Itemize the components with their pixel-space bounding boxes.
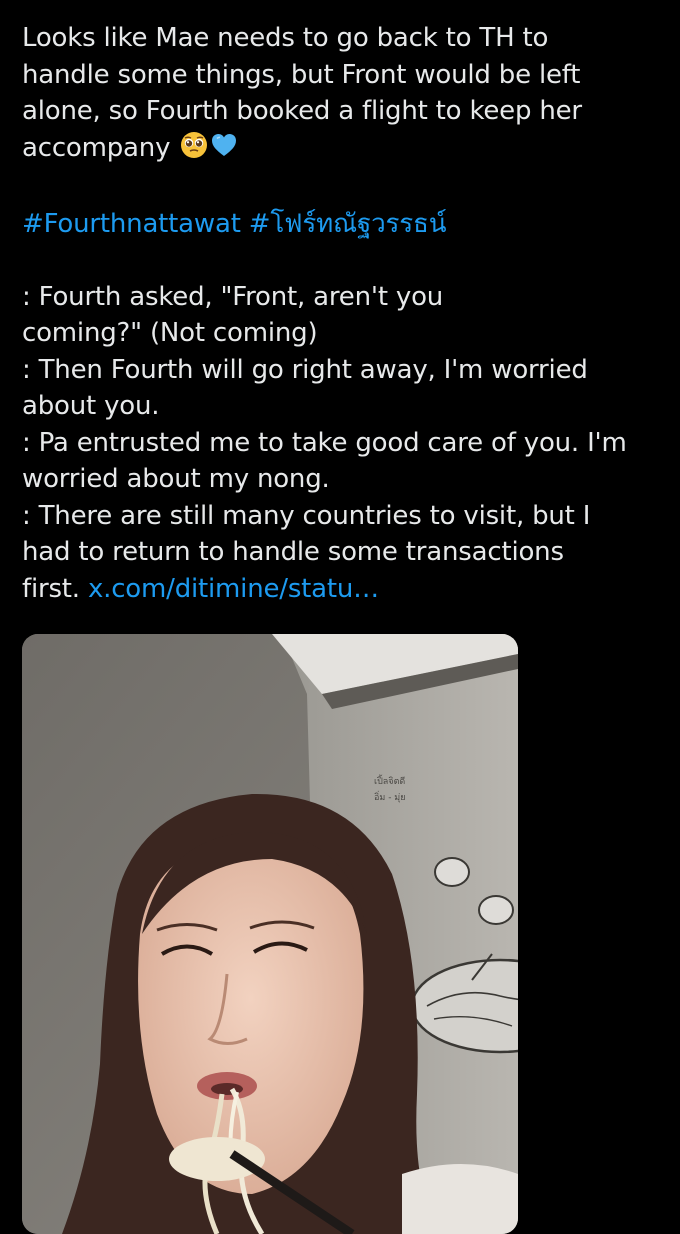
pleading-face-emoji — [180, 131, 208, 170]
tweet-line: worried about my nong. — [22, 464, 330, 494]
tweet-line: coming?" (Not coming) — [22, 318, 318, 348]
tweet-text: Looks like Mae needs to go back to TH to… — [22, 20, 662, 607]
tweet-line: accompany — [22, 132, 171, 163]
tweet-line: alone, so Fourth booked a flight to keep… — [22, 96, 582, 126]
tweet-line: : There are still many countries to visi… — [22, 500, 591, 531]
tweet-line: about you. — [22, 391, 160, 421]
tweet-line: first. — [22, 573, 80, 604]
tweet-line: : Then Fourth will go right away, I'm wo… — [22, 354, 588, 385]
tweet-last-line: first. x.com/ditimine/statu… — [22, 571, 662, 608]
hashtag-link[interactable]: #Fourthnattawat — [22, 209, 241, 239]
tweet-line: handle some things, but Front would be l… — [22, 59, 581, 90]
tweet-line: had to return to handle some transaction… — [22, 537, 564, 567]
tweet-line: : Fourth asked, "Front, aren't you — [22, 281, 444, 312]
blue-heart-emoji — [210, 131, 238, 170]
shoulder — [402, 1164, 518, 1234]
hashtag-link[interactable]: #โฟร์ทณัฐวรรธน์ — [249, 209, 447, 239]
tweet-line: : Pa entrusted me to take good care of y… — [22, 427, 627, 458]
quoted-tweet-link[interactable]: x.com/ditimine/statu… — [88, 574, 379, 604]
hashtag-line: #Fourthnattawat #โฟร์ทณัฐวรรธน์ — [22, 206, 662, 243]
tweet-line-with-emoji: accompany — [22, 130, 662, 170]
video-thumbnail[interactable]: เปิ้ลจิตดี อิ่ม - มุ่ย — [22, 634, 518, 1234]
tweet-line: Looks like Mae needs to go back to TH to — [22, 23, 549, 53]
